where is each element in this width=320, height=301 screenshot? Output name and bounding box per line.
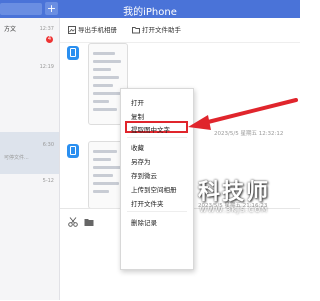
menu-divider (127, 211, 187, 212)
conversation-list: 方文 12:37 4 12:19 6:30 可停文件... 5-12 (0, 18, 60, 300)
chat-toolbar: 导出手机相册 打开文件助手 (60, 18, 300, 43)
window-title: 我的iPhone (123, 7, 177, 18)
conversation-time: 5-12 (42, 178, 54, 184)
menu-divider (127, 137, 187, 138)
folder-icon[interactable] (84, 217, 94, 227)
conversation-preview: 可停文件... (4, 155, 29, 161)
unread-badge: 4 (46, 36, 53, 43)
watermark-title: 科技师 (198, 179, 271, 205)
conversation-item[interactable]: 12:19 (0, 56, 59, 94)
menu-item-delete-record[interactable]: 删除记录 (131, 217, 157, 227)
menu-item-open[interactable]: 打开 (131, 97, 144, 107)
conversation-time: 12:19 (39, 64, 54, 70)
export-album-icon (68, 26, 76, 34)
watermark-logo: 科技师 WWW.3KJS.COM (198, 174, 270, 214)
conversation-item[interactable]: 5-12 (0, 174, 59, 212)
menu-item-open-folder[interactable]: 打开文件夹 (131, 198, 164, 208)
conversation-item-active[interactable]: 6:30 可停文件... (0, 132, 59, 174)
conversation-time: 12:37 (39, 26, 54, 32)
context-menu: 打开 复制 提取图中文字 收藏 另存为 存到微云 上传到空间相册 打开文件夹 删… (120, 88, 194, 270)
open-file-assistant-button[interactable]: 打开文件助手 (132, 24, 181, 34)
phone-avatar-icon (67, 46, 79, 60)
menu-item-save-as[interactable]: 另存为 (131, 156, 151, 166)
menu-item-save-to-weiyun[interactable]: 存到微云 (131, 170, 157, 180)
menu-item-upload-album[interactable]: 上传到空间相册 (131, 184, 177, 194)
folder-icon (132, 27, 140, 34)
conversation-item[interactable] (0, 94, 59, 132)
export-album-button[interactable]: 导出手机相册 (68, 24, 117, 34)
title-bar: + 我的iPhone (0, 0, 300, 18)
menu-item-copy[interactable]: 复制 (131, 111, 144, 121)
conversation-time: 6:30 (42, 142, 54, 148)
conversation-item[interactable]: 方文 12:37 4 (0, 18, 59, 56)
watermark-url: WWW.3KJS.COM (199, 206, 269, 214)
conversation-name: 方文 (4, 26, 17, 33)
phone-avatar-icon (67, 144, 79, 158)
menu-item-favorite[interactable]: 收藏 (131, 142, 144, 152)
open-file-assistant-label: 打开文件助手 (142, 26, 181, 34)
annotation-arrow-icon (188, 98, 298, 130)
export-album-label: 导出手机相册 (78, 26, 117, 34)
scissors-icon[interactable] (68, 217, 78, 227)
menu-item-extract-text[interactable]: 提取图中文字 (131, 124, 170, 134)
